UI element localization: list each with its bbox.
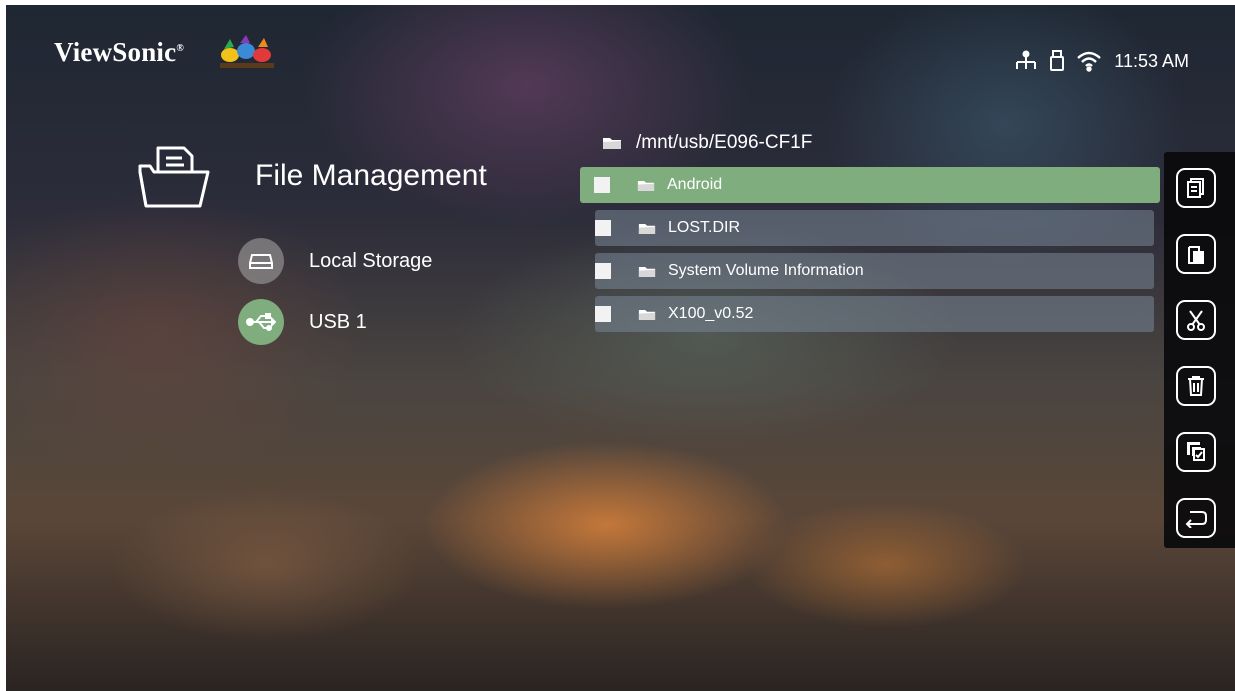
delete-button[interactable] [1176,366,1216,406]
folder-icon [638,223,656,234]
folder-icon [637,180,655,191]
copy-icon [1187,178,1204,198]
row-checkbox[interactable] [595,263,611,279]
back-icon [1185,511,1207,528]
storage-drive-icon [238,238,284,284]
delete-icon [1188,376,1204,396]
folder-icon [638,266,656,277]
folder-icon [603,138,621,149]
viewsonic-birds-icon [220,35,274,68]
row-checkbox[interactable] [595,306,611,322]
source-label: Local Storage [309,249,433,272]
row-checkbox[interactable] [594,177,610,193]
file-name: LOST.DIR [668,219,741,236]
wifi-icon [1077,51,1102,72]
select-all-icon [1187,442,1205,461]
file-name: System Volume Information [668,262,864,279]
copy-button[interactable] [1176,168,1216,208]
usb-icon [238,299,284,345]
cut-icon [1187,310,1205,331]
folder-file-icon [138,146,210,208]
status-bar: 11:53 AM [1014,50,1189,72]
file-row[interactable]: System Volume Information [595,253,1154,289]
brand-name: ViewSonic [54,37,177,67]
source-label: USB 1 [309,310,367,333]
current-path: /mnt/usb/E096-CF1F [602,132,812,154]
back-button[interactable] [1176,498,1216,538]
action-toolbar [1164,152,1235,548]
page-title: File Management [255,159,487,192]
cut-button[interactable] [1176,300,1216,340]
projector-home-screen: ViewSonic® 11:53 AM File Management Loca… [6,5,1235,691]
select-all-button[interactable] [1176,432,1216,472]
file-name: X100_v0.52 [668,305,754,322]
clock: 11:53 AM [1114,50,1189,71]
source-local-storage[interactable]: Local Storage [238,238,432,284]
brand-logo: ViewSonic® [54,37,184,67]
file-name: Android [667,176,723,193]
usb-icon [1050,50,1065,71]
paste-button[interactable] [1176,234,1216,274]
row-checkbox[interactable] [595,220,611,236]
paste-icon [1188,246,1204,264]
source-usb-1[interactable]: USB 1 [238,299,367,345]
file-row[interactable]: Android [580,167,1160,203]
path-text: /mnt/usb/E096-CF1F [636,132,813,153]
file-row[interactable]: X100_v0.52 [595,296,1154,332]
network-icon [1016,50,1037,69]
folder-icon [638,309,656,320]
file-row[interactable]: LOST.DIR [595,210,1154,246]
